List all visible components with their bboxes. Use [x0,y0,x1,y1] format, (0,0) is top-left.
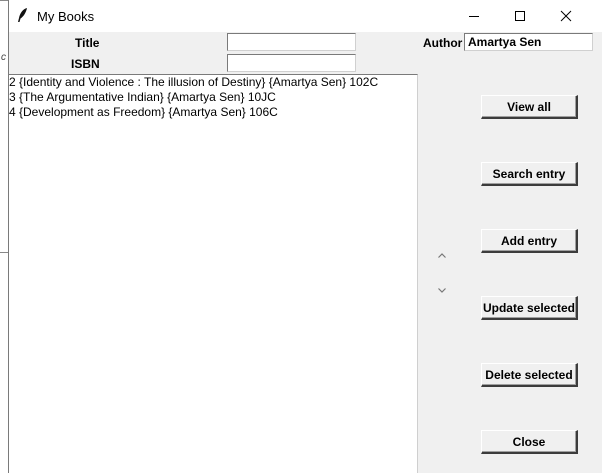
list-item[interactable]: 2 {Identity and Violence : The illusion … [9,75,417,90]
title-bar[interactable]: My Books [9,0,602,32]
isbn-input[interactable] [227,54,356,72]
list-item[interactable]: 3 {The Argumentative Indian} {Amartya Se… [9,90,417,105]
close-button[interactable]: Close [481,430,578,454]
author-label: Author [423,36,463,50]
chevron-up-icon[interactable] [437,251,447,261]
minimize-button[interactable] [451,0,497,32]
background-glyph: c [1,52,6,63]
view-all-button[interactable]: View all [481,95,578,119]
maximize-icon [515,11,525,21]
background-window-edge: c [0,0,8,473]
update-selected-button[interactable]: Update selected [481,296,578,320]
delete-selected-button[interactable]: Delete selected [481,363,578,387]
search-entry-button[interactable]: Search entry [481,162,578,186]
title-label: Title [75,36,100,50]
my-books-window: My Books Title ISBN Author 2 {Identity a… [8,0,602,473]
books-listbox[interactable]: 2 {Identity and Violence : The illusion … [9,74,418,473]
list-item[interactable]: 4 {Development as Freedom} {Amartya Sen}… [9,105,417,120]
title-input[interactable] [227,33,356,51]
window-title: My Books [37,9,95,24]
feather-icon [18,8,27,22]
close-icon [560,10,572,22]
minimize-icon [469,16,479,17]
author-input[interactable] [464,33,593,51]
chevron-down-icon[interactable] [437,285,447,295]
background-divider-middle [0,252,8,253]
background-divider-top [0,0,8,1]
maximize-button[interactable] [497,0,543,32]
add-entry-button[interactable]: Add entry [481,229,578,253]
close-window-button[interactable] [543,0,589,32]
isbn-label: ISBN [71,57,100,71]
listbox-scrollbar[interactable] [436,251,448,299]
